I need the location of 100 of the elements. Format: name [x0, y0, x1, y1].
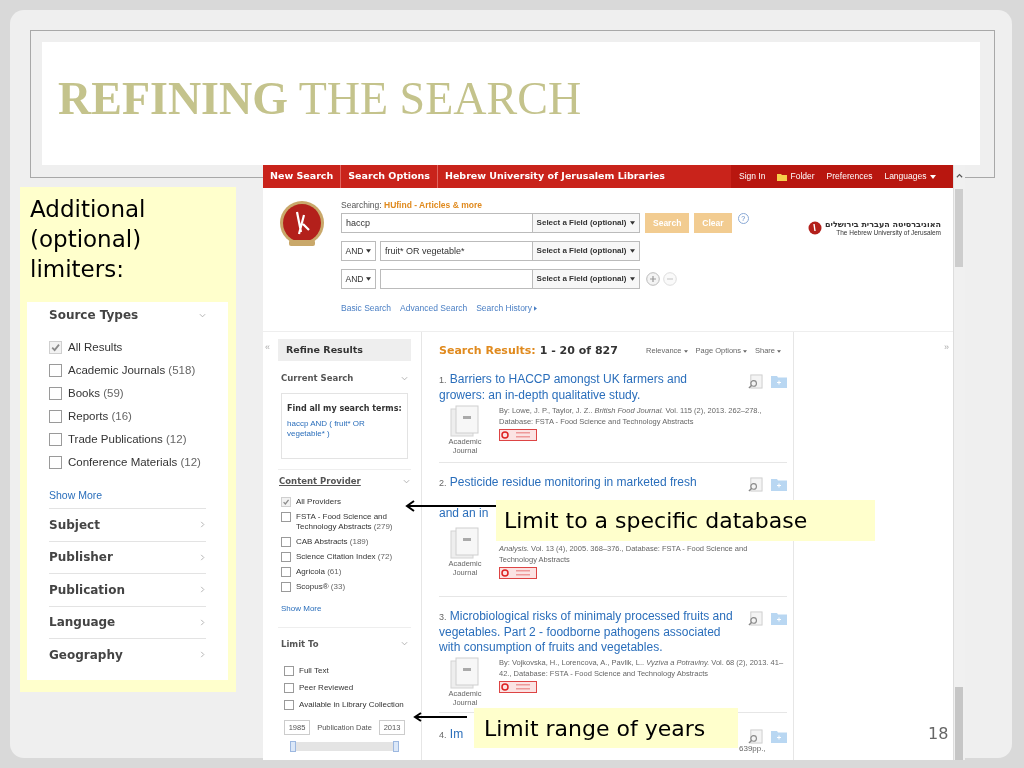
- result-title-link[interactable]: 3. Microbiological risks of minimaly processed fruits and vegetables. Part 2 - foodborne pathogens associated with consumption of fruits and vegetables.: [439, 609, 739, 655]
- field-dropdown[interactable]: Select a Field (optional): [533, 241, 640, 261]
- section-heading[interactable]: Content Provider: [279, 474, 361, 488]
- result-title-link[interactable]: 4. Im: [439, 727, 464, 743]
- section-heading[interactable]: Publisher: [49, 548, 113, 567]
- section-heading[interactable]: Publication: [49, 580, 125, 599]
- section-heading[interactable]: Current Search: [281, 372, 354, 385]
- add-row-icon[interactable]: [646, 272, 660, 286]
- checkbox[interactable]: [49, 456, 62, 469]
- chevron-icon[interactable]: [199, 618, 206, 626]
- chevron-icon[interactable]: [403, 477, 410, 485]
- chevron-icon[interactable]: [199, 521, 206, 529]
- nav-tab[interactable]: Search Options: [341, 165, 438, 188]
- folder-icon[interactable]: [771, 477, 787, 491]
- checkbox[interactable]: [284, 699, 294, 710]
- filter-option[interactable]: Available in Library Collection: [299, 698, 404, 711]
- filter-option[interactable]: FSTA - Food Science and Technology Abstracts (279): [296, 511, 408, 532]
- folder-icon[interactable]: [771, 729, 787, 743]
- nav-link[interactable]: Sign In: [739, 170, 766, 183]
- search-input[interactable]: [380, 269, 533, 289]
- checkbox[interactable]: [281, 496, 291, 507]
- search-link[interactable]: Advanced Search: [400, 302, 468, 315]
- scrollbar-thumb[interactable]: [955, 687, 963, 760]
- section-heading[interactable]: Source Types: [49, 306, 139, 324]
- filter-option[interactable]: Academic Journals (518): [68, 361, 196, 380]
- preview-icon[interactable]: [748, 477, 763, 492]
- filter-option[interactable]: Science Citation Index (72): [296, 551, 393, 562]
- checkbox[interactable]: [49, 341, 62, 354]
- result-title-link[interactable]: 2. Pesticide residue monitoring in marketed fresh: [439, 475, 729, 491]
- filter-option[interactable]: Reports (16): [68, 407, 132, 426]
- section-heading[interactable]: Subject: [49, 515, 100, 534]
- caret-icon: [533, 305, 537, 311]
- folder-icon: [777, 172, 788, 181]
- search-input[interactable]: haccp: [341, 213, 533, 233]
- section-heading[interactable]: Limit To: [281, 637, 319, 651]
- filter-option[interactable]: Scopus® (33): [296, 581, 346, 592]
- find-it-badge-icon[interactable]: [499, 429, 537, 441]
- section-heading[interactable]: Geography: [49, 645, 123, 664]
- filter-option[interactable]: Books (59): [68, 384, 124, 403]
- checkbox[interactable]: [284, 682, 294, 693]
- field-dropdown[interactable]: Select a Field (optional): [533, 213, 640, 233]
- range-slider[interactable]: [290, 742, 399, 752]
- search-link[interactable]: Search History: [476, 302, 537, 315]
- searching-label: Searching:: [341, 200, 382, 210]
- checkbox[interactable]: [281, 536, 291, 547]
- checkbox[interactable]: [49, 410, 62, 423]
- checkbox[interactable]: [281, 511, 291, 522]
- checkbox[interactable]: [284, 665, 294, 676]
- nav-link[interactable]: Folder: [777, 170, 815, 183]
- search-query-link[interactable]: haccp AND ( fruit* OR vegetable* ): [287, 418, 402, 439]
- checkbox[interactable]: [281, 566, 291, 577]
- university-name: האוניברסיטה העברית בירושלים: [825, 221, 941, 229]
- result-title-link[interactable]: 1. Barriers to HACCP amongst UK farmers and growers: an in-depth qualitative study.: [439, 372, 707, 403]
- preview-icon[interactable]: [748, 729, 763, 744]
- checkbox[interactable]: [49, 433, 62, 446]
- filter-option[interactable]: Conference Materials (12): [68, 453, 201, 472]
- folder-icon[interactable]: [771, 374, 787, 388]
- filter-option[interactable]: Full Text: [299, 664, 329, 677]
- find-it-badge-icon[interactable]: [499, 567, 537, 579]
- chevron-icon[interactable]: [401, 374, 408, 382]
- checkbox[interactable]: [281, 551, 291, 562]
- search-input[interactable]: fruit* OR vegetable*: [380, 241, 533, 261]
- scroll-up-icon[interactable]: [956, 173, 963, 178]
- filter-option[interactable]: CAB Abstracts (189): [296, 536, 369, 547]
- scrollbar-thumb[interactable]: [955, 189, 963, 267]
- chevron-icon[interactable]: [199, 586, 206, 594]
- show-more-link[interactable]: Show More: [278, 602, 411, 615]
- show-more-link[interactable]: Show More: [49, 489, 103, 501]
- filter-option[interactable]: Peer Reviewed: [299, 681, 354, 694]
- nav-link[interactable]: Languages: [884, 170, 937, 183]
- filter-option[interactable]: All Providers: [296, 496, 341, 507]
- preview-icon[interactable]: [748, 374, 763, 389]
- filter-option[interactable]: All Results: [68, 338, 123, 357]
- section-heading[interactable]: Language: [49, 613, 116, 632]
- checkbox[interactable]: [281, 581, 291, 592]
- chevron-icon[interactable]: [199, 311, 206, 319]
- document-icon: [450, 527, 480, 559]
- results-label: Search Results:: [439, 342, 536, 359]
- checkbox[interactable]: [49, 387, 62, 400]
- operator-dropdown[interactable]: AND: [341, 269, 376, 289]
- callout-text: Additional (optional) limiters:: [29, 195, 147, 284]
- checkbox[interactable]: [49, 364, 62, 377]
- nav-link[interactable]: Preferences: [826, 170, 873, 183]
- slider-handle[interactable]: [290, 741, 296, 753]
- callout-text: Limit range of years: [484, 714, 706, 743]
- filter-option[interactable]: Trade Publications (12): [68, 430, 187, 449]
- field-dropdown[interactable]: Select a Field (optional): [533, 269, 640, 289]
- preview-icon[interactable]: [748, 611, 763, 626]
- chevron-icon[interactable]: [199, 553, 206, 561]
- find-it-badge-icon[interactable]: [499, 681, 537, 693]
- search-link[interactable]: Basic Search: [341, 302, 392, 315]
- nav-tab[interactable]: New Search: [263, 165, 342, 188]
- result-title-link[interactable]: and an in: [439, 506, 491, 521]
- folder-icon[interactable]: [771, 611, 787, 625]
- chevron-icon[interactable]: [199, 651, 206, 659]
- chevron-icon[interactable]: [401, 640, 408, 648]
- filter-option[interactable]: Agricola (61): [296, 566, 342, 577]
- nav-tab[interactable]: Hebrew University of Jerusalem Libraries: [437, 165, 672, 188]
- operator-dropdown[interactable]: AND: [341, 241, 376, 261]
- slider-handle[interactable]: [393, 741, 399, 753]
